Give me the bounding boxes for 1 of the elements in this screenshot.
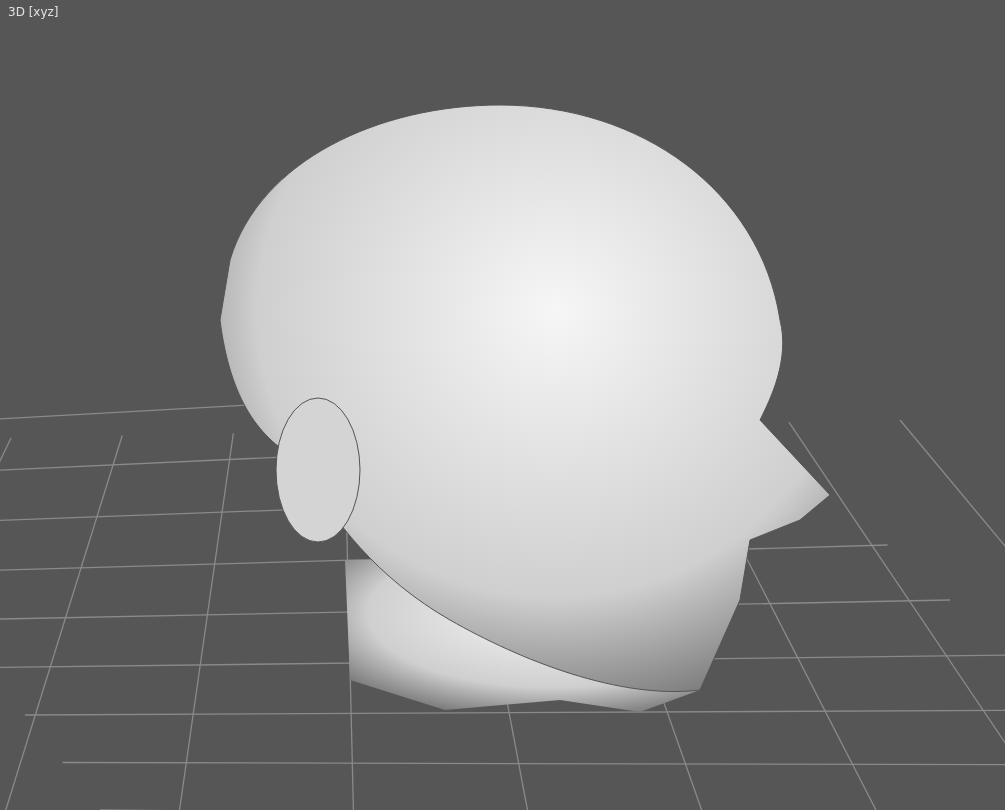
viewport-label: 3D [xyz] [8,5,59,19]
